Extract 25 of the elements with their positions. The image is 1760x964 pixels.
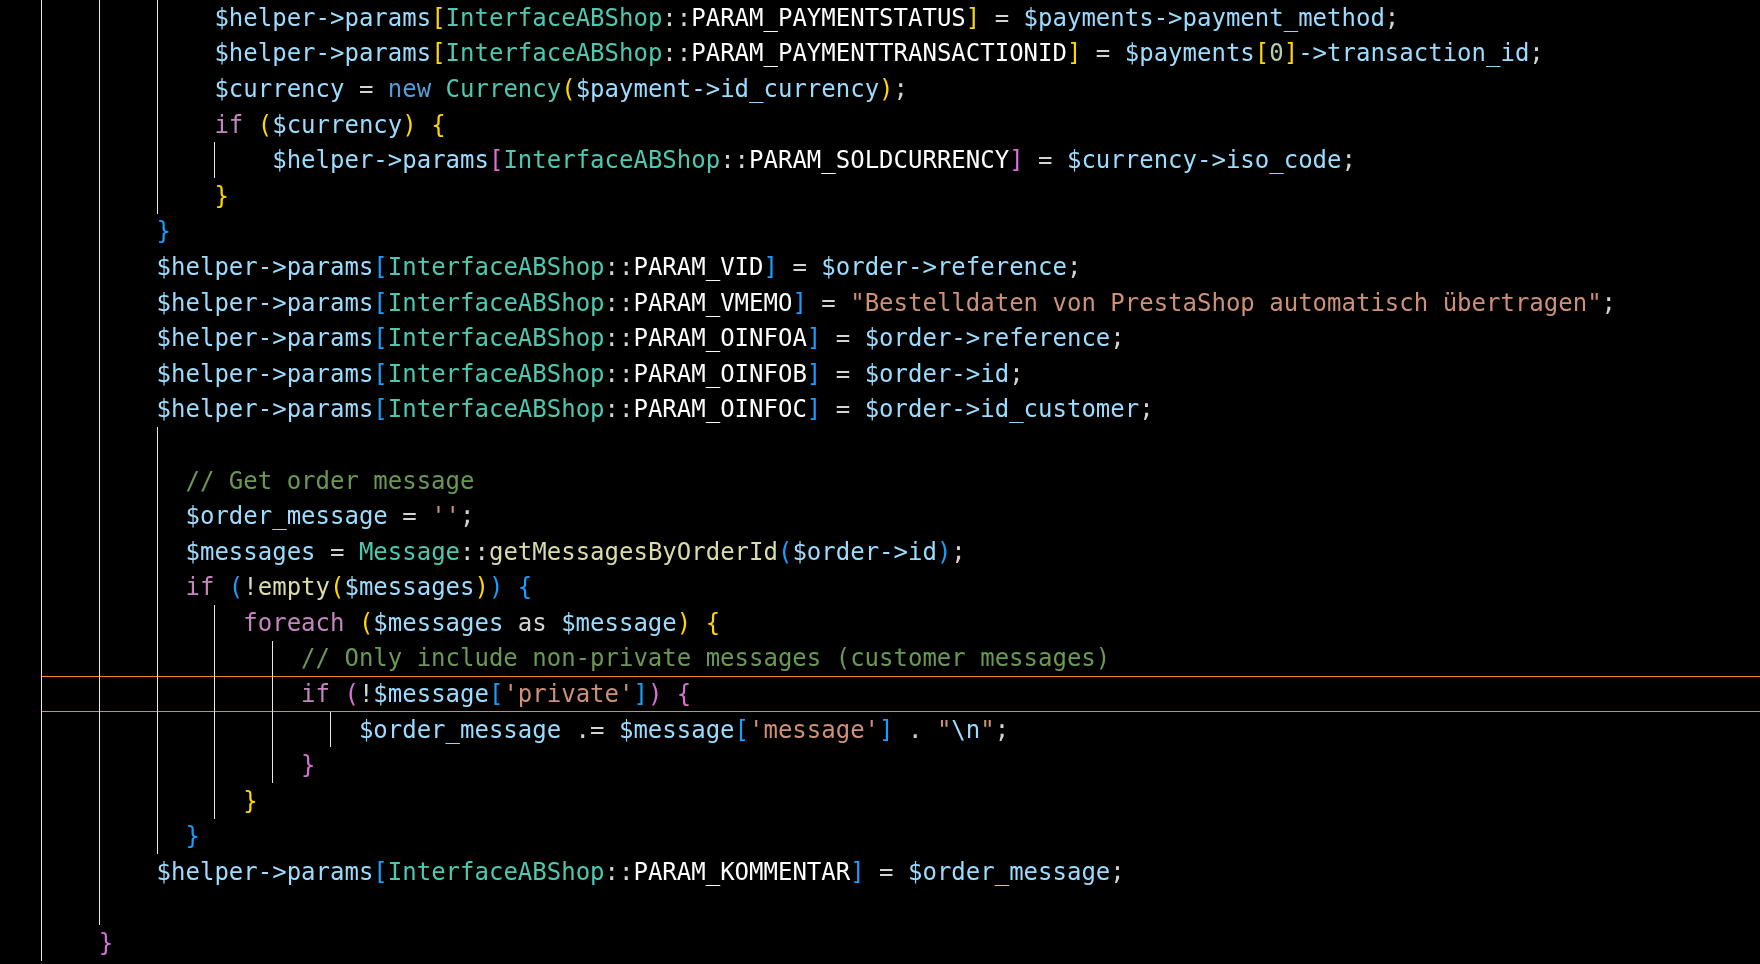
code-line: $order_message .= $message['message'] . "\n"; bbox=[358, 714, 1010, 745]
code-line: $helper->params[InterfaceABShop::PARAM_KOMMENTAR] = $order_message; bbox=[156, 857, 1125, 888]
code-line: } bbox=[98, 928, 114, 959]
code-line: foreach ($messages as $message) { bbox=[243, 607, 721, 638]
code-line: if (!$message['private']) { bbox=[301, 679, 692, 710]
code-line: $helper->params[InterfaceABShop::PARAM_SOLDCURRENCY] = $currency->iso_code; bbox=[272, 145, 1356, 176]
code-line: $helper->params[InterfaceABShop::PARAM_VID] = $order->reference; bbox=[156, 251, 1082, 282]
code-line: $helper->params[InterfaceABShop::PARAM_OINFOA] = $order->reference; bbox=[156, 323, 1125, 354]
code-line: } bbox=[214, 180, 229, 211]
code-line: $helper->params[InterfaceABShop::PARAM_OINFOC] = $order->id_customer; bbox=[156, 394, 1154, 425]
code-line: } bbox=[243, 785, 258, 816]
code-line: if ($currency) { bbox=[214, 109, 446, 140]
code-line: $helper->params[InterfaceABShop::PARAM_PAYMENTTRANSACTIONID] = $payments[0]->transaction_id; bbox=[214, 38, 1544, 69]
code-line: // Get order message bbox=[185, 465, 475, 496]
code-line: $helper->params[InterfaceABShop::PARAM_PAYMENTSTATUS] = $payments->payment_method; bbox=[214, 2, 1400, 33]
code-line: } bbox=[185, 821, 200, 852]
code-line: } bbox=[156, 216, 172, 247]
code-line: $order_message = ''; bbox=[185, 501, 475, 532]
code-line: $helper->params[InterfaceABShop::PARAM_VMEMO] = "Bestelldaten von PrestaShop automatisch übertragen"; bbox=[156, 287, 1617, 318]
code-line: $helper->params[InterfaceABShop::PARAM_OINFOB] = $order->id; bbox=[156, 358, 1024, 389]
code-line: $currency = new Currency($payment->id_currency); bbox=[214, 74, 908, 104]
code-line: $messages = Message::getMessagesByOrderId($order->id); bbox=[185, 536, 966, 567]
code-line: // Only include non-private messages (customer messages) bbox=[301, 643, 1111, 674]
code-line: } bbox=[301, 750, 316, 781]
code-line: if (!empty($messages)) { bbox=[185, 572, 533, 603]
